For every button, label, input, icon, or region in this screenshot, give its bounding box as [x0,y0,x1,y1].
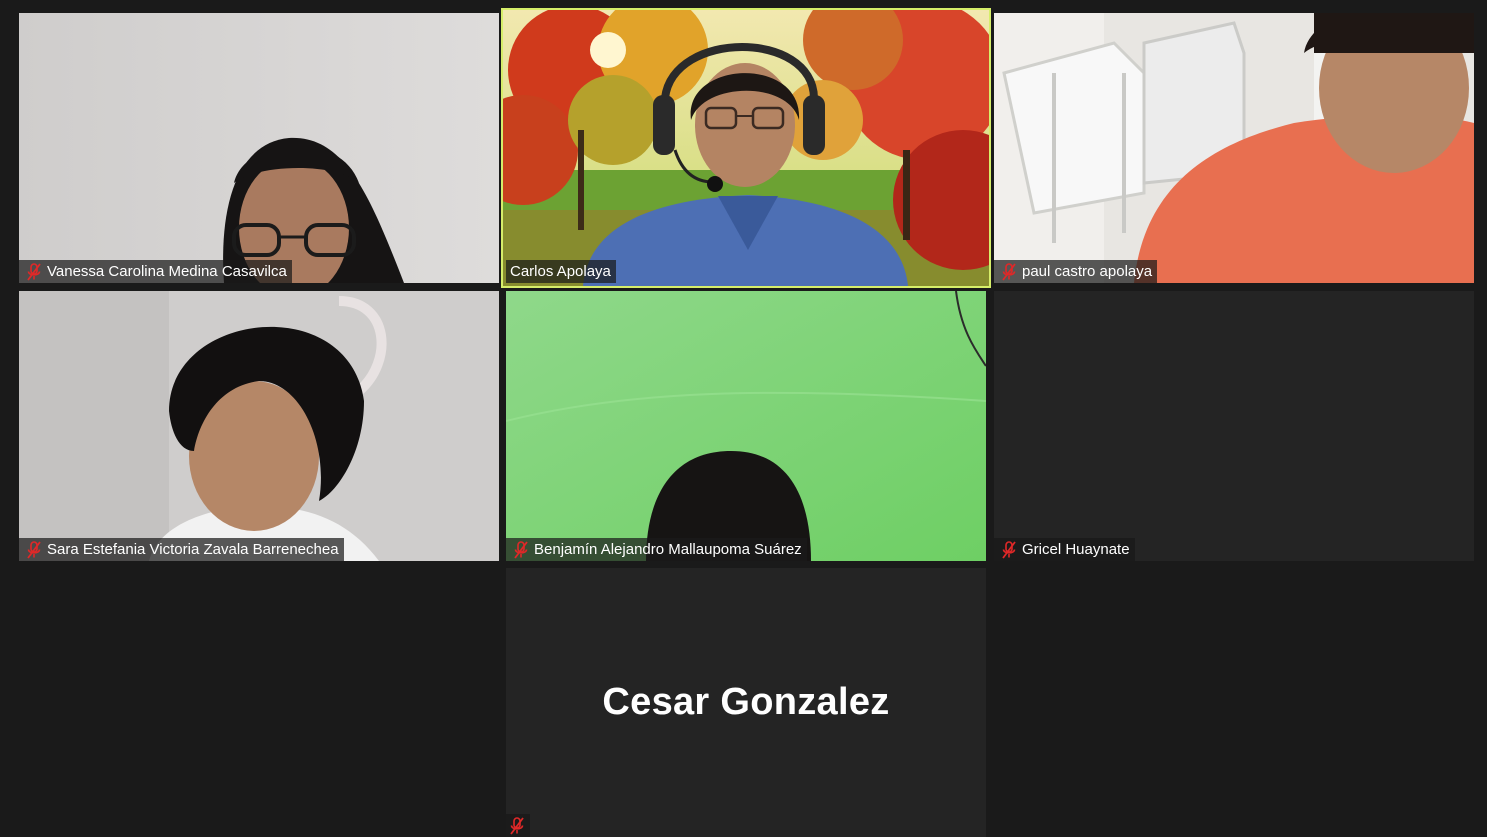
muted-mic-icon [506,816,528,836]
muted-mic-icon [23,262,45,282]
participant-name-tag: Gricel Huaynate [994,538,1135,561]
participant-video [994,13,1474,283]
participant-name: Carlos Apolaya [510,263,611,280]
participant-tile-benjamin[interactable]: Benjamín Alejandro Mallaupoma Suárez [506,291,986,561]
video-gallery: Vanessa Carolina Medina Casavilca Carlos… [0,0,1487,837]
participant-name: Sara Estefania Victoria Zavala Barrenech… [47,541,339,558]
participant-tile-gricel[interactable]: Gricel Huaynate [994,291,1474,561]
participant-tile-carlos[interactable]: Carlos Apolaya [501,8,991,288]
participant-name: Vanessa Carolina Medina Casavilca [47,263,287,280]
participant-name: paul castro apolaya [1022,263,1153,280]
muted-mic-icon [510,540,532,560]
participant-tile-paul[interactable]: paul castro apolaya [994,13,1474,283]
participant-video [19,291,499,561]
participant-tile-vanessa[interactable]: Vanessa Carolina Medina Casavilca [19,13,499,283]
participant-name-tag: Carlos Apolaya [506,260,616,283]
participant-name-tag: Vanessa Carolina Medina Casavilca [19,260,292,283]
muted-mic-icon [998,540,1020,560]
participant-display-name: Cesar Gonzalez [602,681,890,723]
participant-name: Gricel Huaynate [1022,541,1130,558]
participant-tile-cesar[interactable]: Cesar Gonzalez [506,568,986,837]
participant-name-tag [506,814,530,837]
participant-name-tag: paul castro apolaya [994,260,1158,283]
participant-video [19,13,499,283]
participant-name-tag: Benjamín Alejandro Mallaupoma Suárez [506,538,807,561]
participant-tile-sara[interactable]: Sara Estefania Victoria Zavala Barrenech… [19,291,499,561]
participant-video [506,291,986,561]
participant-name: Benjamín Alejandro Mallaupoma Suárez [534,541,802,558]
muted-mic-icon [23,540,45,560]
participant-video [503,10,989,286]
participant-name-tag: Sara Estefania Victoria Zavala Barrenech… [19,538,344,561]
muted-mic-icon [998,262,1020,282]
